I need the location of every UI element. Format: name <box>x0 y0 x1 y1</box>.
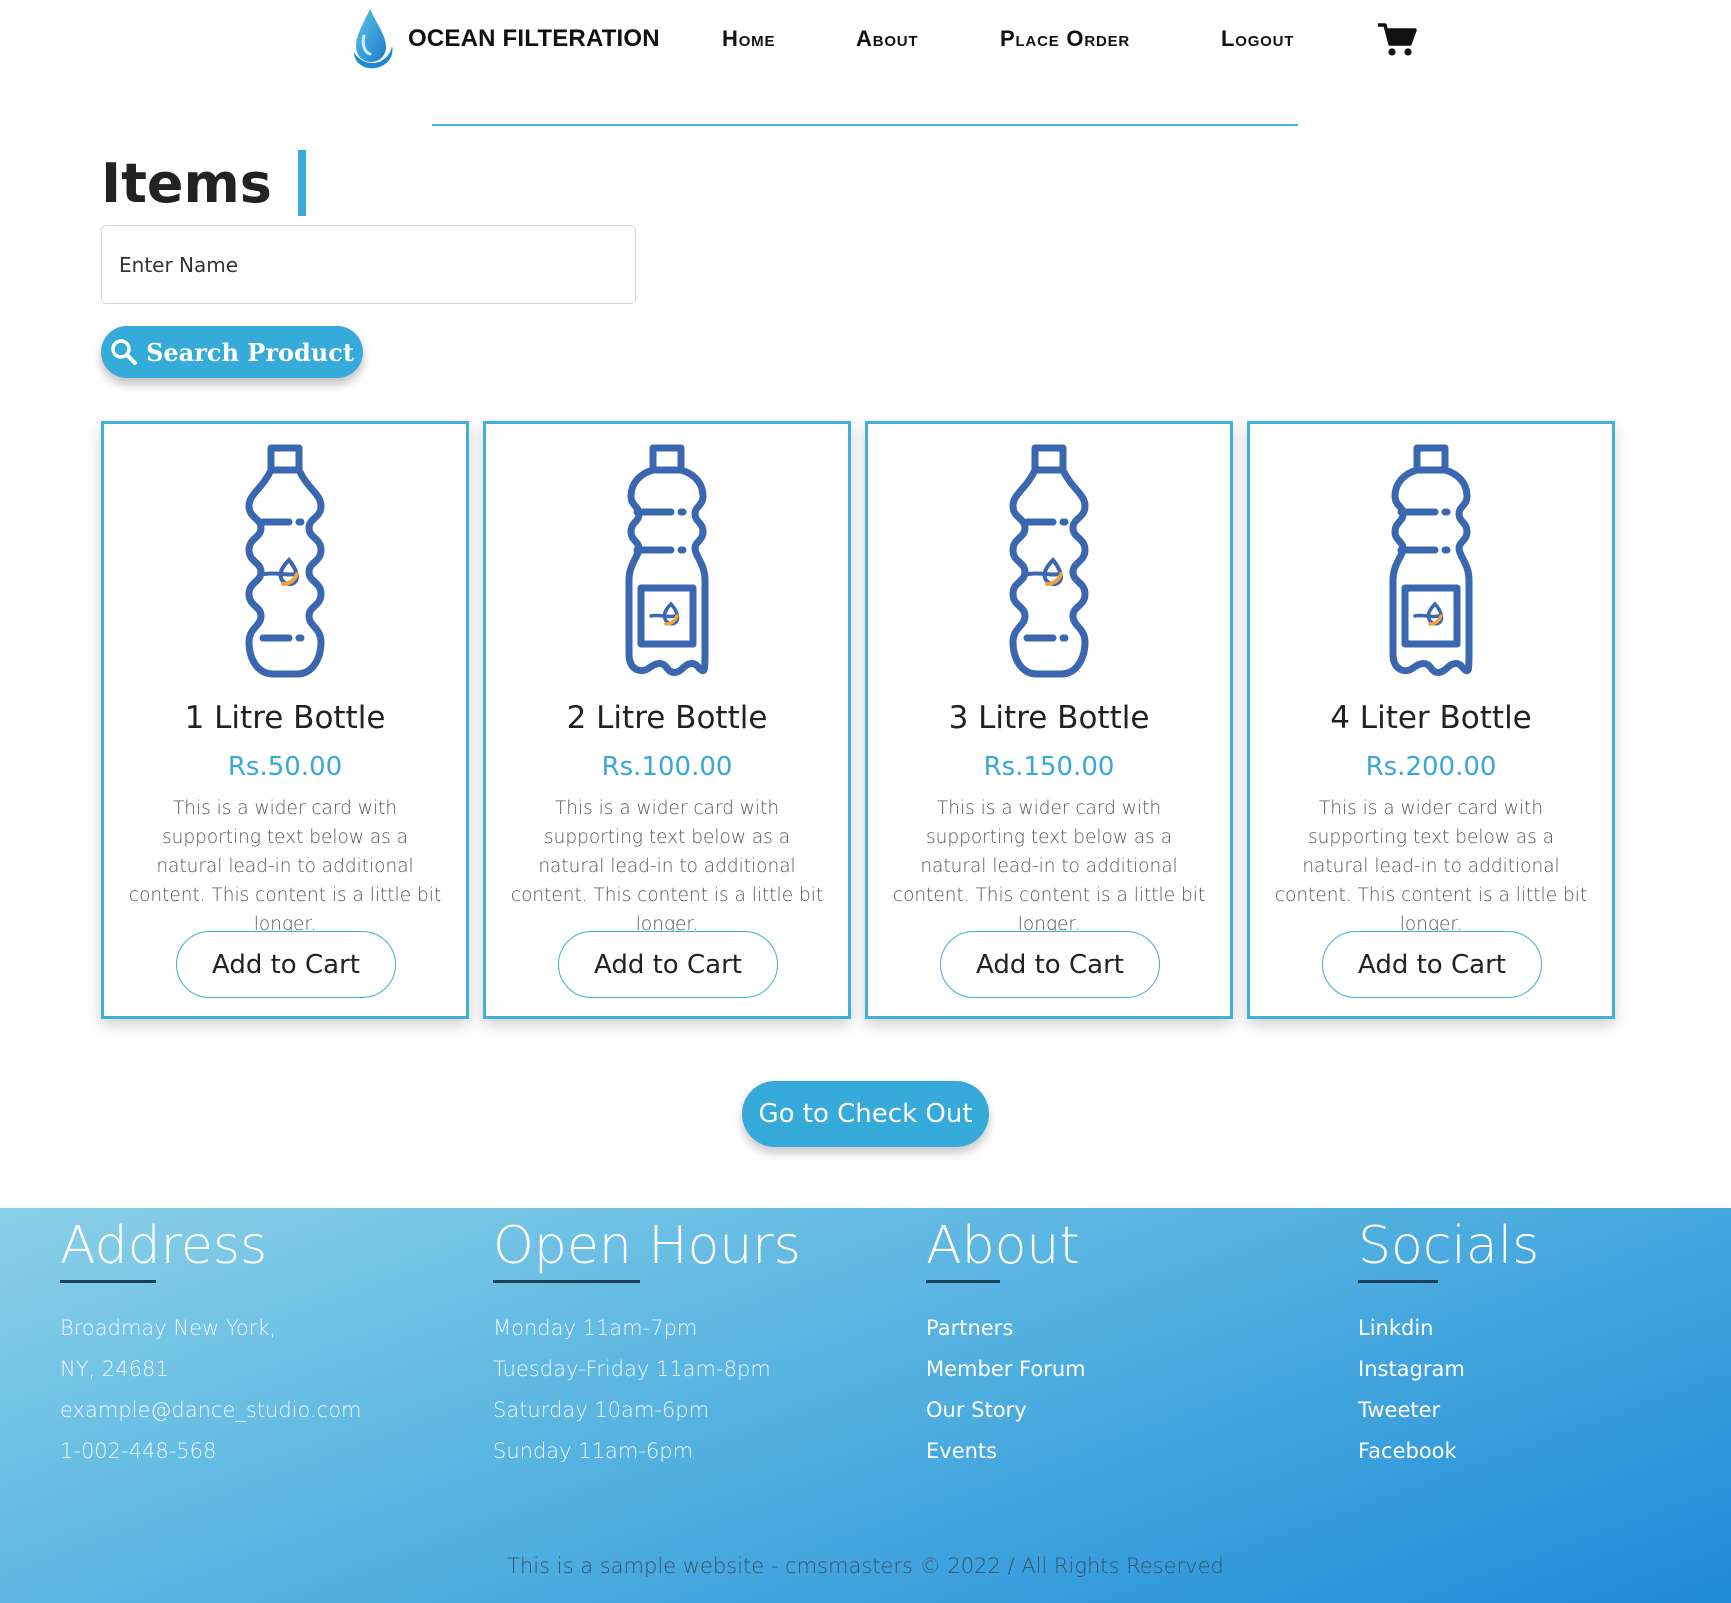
hours-line: Tuesday-Friday 11am-8pm <box>493 1357 771 1381</box>
product-price: Rs.150.00 <box>983 752 1115 782</box>
footer-link-partners[interactable]: Partners <box>926 1316 1013 1340</box>
hours-line: Sunday 11am-6pm <box>493 1439 694 1463</box>
add-to-cart-button[interactable]: Add to Cart <box>558 931 778 998</box>
social-link-facebook[interactable]: Facebook <box>1358 1439 1457 1463</box>
product-description: This is a wider card with supporting tex… <box>892 798 1206 935</box>
top-navbar: OCEAN FILTERATION Home About Place Order… <box>0 0 1731 84</box>
cart-icon[interactable] <box>1377 22 1417 58</box>
copyright-text: This is a sample website - cmsmasters © … <box>507 1554 1224 1578</box>
footer-socials-title: Socials <box>1358 1216 1540 1276</box>
footer-underline <box>60 1280 156 1283</box>
footer-about-title: About <box>926 1216 1080 1276</box>
title-accent-bar <box>297 150 306 216</box>
nav-logout[interactable]: Logout <box>1221 26 1294 52</box>
bottle-icon <box>1009 444 1089 678</box>
page-title-text: Items <box>101 151 272 215</box>
footer-address-title: Address <box>60 1216 268 1276</box>
product-description: This is a wider card with supporting tex… <box>128 798 442 935</box>
product-price: Rs.200.00 <box>1365 752 1497 782</box>
brand-name: OCEAN FILTERATION <box>408 25 660 52</box>
nav-home[interactable]: Home <box>722 26 775 52</box>
address-line: Broadmay New York, <box>60 1316 277 1340</box>
footer: Address Broadmay New York, NY, 24681 exa… <box>0 1208 1731 1603</box>
footer-link-our-story[interactable]: Our Story <box>926 1398 1027 1422</box>
product-card: 4 Liter Bottle Rs.200.00 This is a wider… <box>1247 421 1615 1019</box>
bottle-label-icon <box>625 444 709 676</box>
hours-line: Saturday 10am-6pm <box>493 1398 710 1422</box>
brand[interactable]: OCEAN FILTERATION <box>348 6 660 72</box>
product-name: 3 Litre Bottle <box>948 700 1150 736</box>
add-to-cart-button[interactable]: Add to Cart <box>940 931 1160 998</box>
hours-line: Monday 11am-7pm <box>493 1316 698 1340</box>
checkout-button[interactable]: Go to Check Out <box>742 1081 989 1147</box>
social-link-instagram[interactable]: Instagram <box>1358 1357 1465 1381</box>
bottle-label-icon <box>1389 444 1473 676</box>
footer-underline <box>926 1280 1000 1283</box>
product-description: This is a wider card with supporting tex… <box>1274 798 1588 935</box>
nav-about[interactable]: About <box>856 26 918 52</box>
product-name: 1 Litre Bottle <box>184 700 386 736</box>
product-price: Rs.100.00 <box>601 752 733 782</box>
address-line: NY, 24681 <box>60 1357 169 1381</box>
product-description: This is a wider card with supporting tex… <box>510 798 824 935</box>
footer-underline <box>1358 1280 1438 1283</box>
search-input[interactable] <box>101 225 636 304</box>
page-title: Items <box>101 150 306 216</box>
social-link-linkedin[interactable]: Linkdin <box>1358 1316 1433 1340</box>
product-card: 3 Litre Bottle Rs.150.00 This is a wider… <box>865 421 1233 1019</box>
product-card: 2 Litre Bottle Rs.100.00 This is a wider… <box>483 421 851 1019</box>
add-to-cart-button[interactable]: Add to Cart <box>176 931 396 998</box>
product-price: Rs.50.00 <box>227 752 343 782</box>
add-to-cart-button[interactable]: Add to Cart <box>1322 931 1542 998</box>
footer-underline <box>493 1280 640 1283</box>
footer-link-member-forum[interactable]: Member Forum <box>926 1357 1086 1381</box>
nav-place-order[interactable]: Place Order <box>1000 26 1130 52</box>
footer-hours-title: Open Hours <box>493 1216 801 1276</box>
search-icon <box>111 339 138 365</box>
address-email: example@dance_studio.com <box>60 1398 362 1422</box>
search-product-button[interactable]: Search Product <box>101 326 363 378</box>
search-product-label: Search Product <box>146 337 354 367</box>
footer-link-events[interactable]: Events <box>926 1439 997 1463</box>
product-grid: 1 Litre Bottle Rs.50.00 This is a wider … <box>101 421 1617 1019</box>
product-name: 2 Litre Bottle <box>566 700 768 736</box>
social-link-twitter[interactable]: Tweeter <box>1358 1398 1440 1422</box>
product-card: 1 Litre Bottle Rs.50.00 This is a wider … <box>101 421 469 1019</box>
nav-divider <box>432 124 1298 126</box>
water-drop-logo-icon <box>354 9 393 69</box>
bottle-icon <box>245 444 325 678</box>
address-phone: 1-002-448-568 <box>60 1439 217 1463</box>
product-name: 4 Liter Bottle <box>1330 700 1532 736</box>
